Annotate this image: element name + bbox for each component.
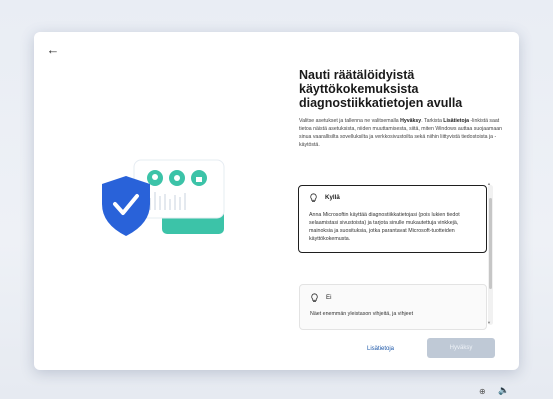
scrollbar-thumb[interactable] (489, 198, 492, 289)
lightbulb-icon (311, 293, 318, 303)
option-yes-text: Anna Microsoftin käyttää diagnostiikkati… (309, 212, 460, 242)
learn-more-reference: Lisätietoja (443, 118, 469, 124)
option-no-label: Ei (326, 294, 332, 301)
accept-button[interactable]: Hyväksy (427, 338, 495, 358)
volume-icon[interactable]: 🔈 (498, 385, 509, 396)
back-arrow-icon[interactable]: ← (44, 40, 62, 58)
shield-icon (102, 176, 150, 236)
scroll-down-icon[interactable]: ▼ (487, 320, 491, 325)
option-yes[interactable]: Kyllä Anna Microsoftin käyttää diagnosti… (298, 185, 487, 253)
setup-window: ← Nauti räätälöidyistä käyttökokemuksist… (34, 32, 519, 370)
network-icon[interactable]: ⊕ (479, 387, 486, 396)
learn-more-link[interactable]: Lisätietoja (367, 346, 394, 352)
option-yes-label: Kyllä (325, 194, 340, 201)
option-no[interactable]: Ei Näet enemmän yleistason vihjeitä, ja … (299, 284, 487, 330)
diagnostics-illustration (102, 159, 225, 236)
page-title: Nauti räätälöidyistä käyttökokemuksista … (299, 68, 463, 110)
accept-reference: Hyväksy (400, 118, 422, 124)
description-text: Valitse asetukset ja tallenna ne valitse… (299, 118, 502, 148)
lightbulb-icon (310, 193, 317, 203)
option-no-text: Näet enemmän yleistason vihjeitä, ja vih… (310, 311, 414, 317)
scroll-up-icon[interactable]: ▲ (487, 181, 491, 186)
